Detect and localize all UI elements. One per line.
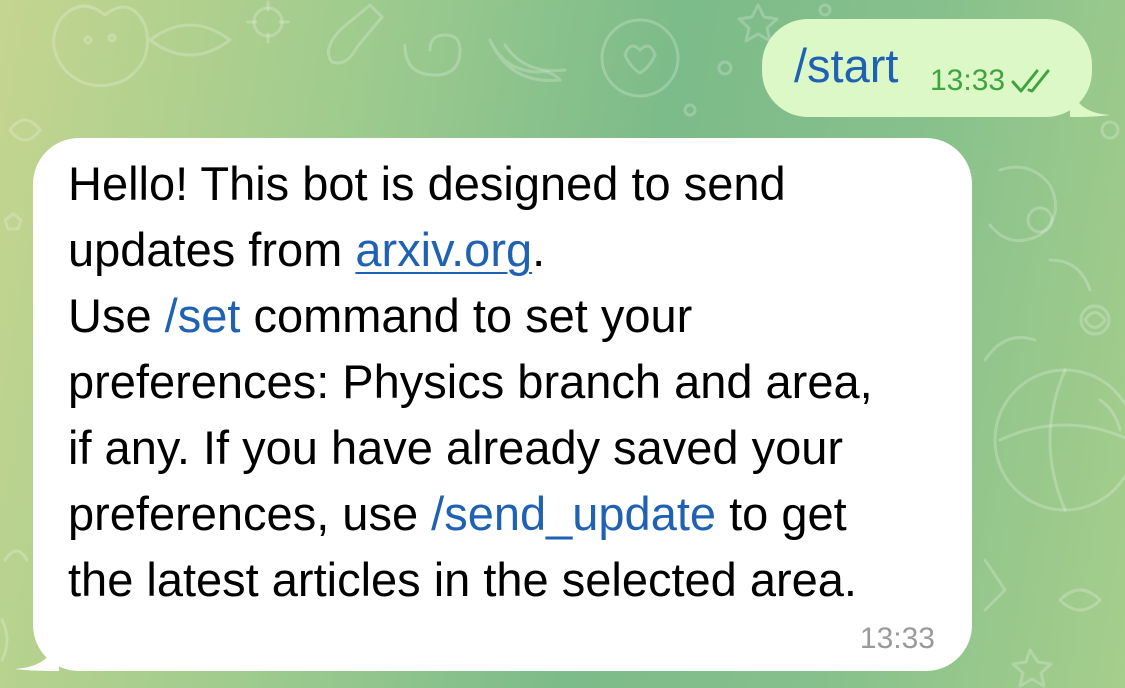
message-text-fragment: preferences, use bbox=[68, 487, 432, 540]
arxiv-link[interactable]: arxiv.org bbox=[355, 223, 532, 276]
chat-area[interactable]: /start 13:33 Hello! This bot is designed… bbox=[0, 0, 1125, 688]
bubble-tail bbox=[15, 631, 59, 671]
outgoing-message-meta: 13:33 bbox=[930, 63, 1057, 99]
message-line: preferences: Physics branch and area, bbox=[68, 355, 873, 408]
message-line: updates from arxiv.org. bbox=[68, 217, 958, 283]
outgoing-message-time: 13:33 bbox=[930, 64, 1006, 97]
message-line: Hello! This bot is designed to send bbox=[68, 157, 786, 210]
message-text-fragment: . bbox=[532, 223, 546, 276]
message-text-fragment: Use bbox=[68, 289, 165, 342]
double-check-icon bbox=[1011, 69, 1050, 93]
message-text-fragment: to get bbox=[716, 487, 847, 540]
incoming-message-bubble[interactable]: Hello! This bot is designed to send upda… bbox=[15, 138, 972, 671]
message-line: if any. If you have already saved your bbox=[68, 421, 844, 474]
send-update-command-link[interactable]: /send_update bbox=[431, 487, 716, 540]
outgoing-message-bubble[interactable]: /start 13:33 bbox=[762, 19, 1110, 117]
message-text-fragment: updates from bbox=[68, 223, 356, 276]
set-command-link[interactable]: /set bbox=[165, 289, 241, 342]
message-line: preferences, use /send_update to get bbox=[68, 481, 958, 547]
message-line: Use /set command to set your bbox=[68, 283, 958, 349]
bubble-tail bbox=[1070, 81, 1110, 117]
start-command-text[interactable]: /start bbox=[794, 39, 898, 93]
incoming-message-text: Hello! This bot is designed to send upda… bbox=[68, 151, 958, 613]
message-text-fragment: command to set your bbox=[240, 289, 693, 342]
message-line: the latest articles in the selected area… bbox=[68, 553, 857, 606]
incoming-message-time: 13:33 bbox=[859, 622, 935, 655]
